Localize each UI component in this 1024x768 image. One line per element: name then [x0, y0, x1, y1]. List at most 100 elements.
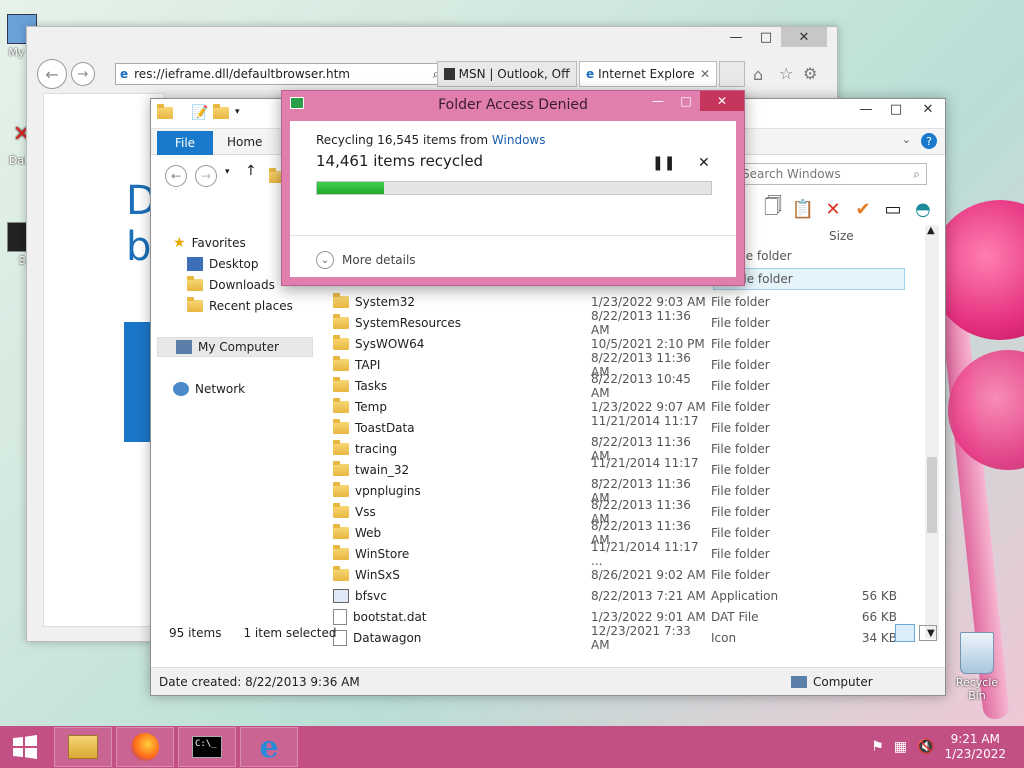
arrow-left-icon: ← — [170, 169, 182, 183]
details-pane: Date created: 8/22/2013 9:36 AM Computer — [151, 667, 945, 695]
more-details-button[interactable]: ⌄ More details — [316, 251, 416, 269]
chevron-down-icon[interactable]: ⌄ — [902, 133, 911, 146]
delete-icon[interactable]: ✕ — [821, 197, 845, 221]
tree-item-recent[interactable]: Recent places — [187, 296, 293, 316]
chevron-down-icon[interactable]: ▾ — [235, 107, 240, 117]
tree-item-network[interactable]: Network — [173, 379, 245, 399]
gear-icon[interactable]: ⚙ — [803, 64, 817, 83]
close-icon[interactable]: ✕ — [700, 91, 744, 111]
file-name: System32 — [355, 294, 416, 309]
forward-button[interactable]: → — [195, 165, 217, 187]
cell-type: File folder — [711, 483, 770, 498]
maximize-icon[interactable]: □ — [751, 27, 781, 47]
cell-name: WinSxS — [329, 565, 591, 582]
copy-icon[interactable]: 🗍 — [761, 196, 785, 221]
cell-name: vpnplugins — [329, 481, 591, 498]
minimize-icon[interactable]: — — [644, 91, 672, 111]
back-button[interactable]: ← — [165, 165, 187, 187]
maximize-icon[interactable]: □ — [672, 91, 700, 111]
home-icon[interactable]: ⌂ — [753, 65, 763, 84]
cell-type: File folder — [711, 504, 770, 519]
close-icon: ✕ — [698, 155, 710, 171]
folder-icon — [333, 502, 349, 518]
chevron-down-icon: ⌄ — [316, 251, 334, 269]
scrollbar-thumb[interactable] — [927, 457, 937, 533]
back-button[interactable]: ← — [37, 59, 67, 89]
search-input[interactable]: Search Windows ⌕ — [735, 163, 927, 185]
vertical-scrollbar[interactable]: ▲ ▼ — [925, 225, 939, 639]
source-folder-link[interactable]: Windows — [492, 133, 546, 147]
clock-date: 1/23/2022 — [944, 747, 1006, 761]
location-label: Computer — [813, 675, 873, 689]
close-icon[interactable]: ✕ — [781, 27, 827, 47]
status-bar: 95 items 1 item selected — [151, 621, 945, 645]
cell-type: File folder — [711, 357, 770, 372]
maximize-icon[interactable]: □ — [881, 99, 911, 119]
ie-page-icon: e — [586, 67, 595, 81]
ie-window-controls: — □ ✕ — [721, 27, 827, 47]
forward-button[interactable]: → — [71, 62, 95, 86]
folder-icon — [333, 460, 349, 476]
checkmark-icon[interactable]: ✔ — [851, 197, 875, 221]
home-tab[interactable]: Home — [227, 135, 262, 149]
address-bar[interactable]: e res://ieframe.dll/defaultbrowser.htm ⌕… — [115, 63, 469, 85]
network-icon[interactable]: ▦ — [894, 739, 907, 755]
tree-item-favorites[interactable]: ★ Favorites — [173, 233, 246, 253]
location-computer: Computer — [791, 668, 873, 696]
table-row[interactable]: bfsvc 8/22/2013 7:21 AM Application 56 KB — [329, 585, 905, 606]
chevron-down-icon[interactable]: ▾ — [225, 167, 230, 177]
taskbar-file-explorer[interactable] — [54, 727, 112, 767]
date-created: Date created: 8/22/2013 9:36 AM — [159, 674, 360, 689]
file-tab[interactable]: File — [157, 131, 213, 155]
folder-icon — [333, 565, 349, 581]
pause-button[interactable]: ❚❚ — [652, 155, 675, 171]
clock[interactable]: 9:21 AM 1/23/2022 — [944, 732, 1006, 762]
close-tab-icon[interactable]: ✕ — [700, 67, 710, 81]
file-name: Tasks — [355, 378, 388, 393]
cell-name: bfsvc — [329, 588, 591, 603]
table-row[interactable]: Tasks 8/22/2013 10:45 AM File folder — [329, 372, 905, 400]
tree-item-downloads[interactable]: Downloads — [187, 275, 275, 295]
desktop-icon-recycle-bin[interactable]: Recycle Bin — [946, 632, 1008, 702]
scroll-up-icon[interactable]: ▲ — [927, 225, 935, 236]
help-icon[interactable]: ? — [921, 133, 937, 149]
arrow-left-icon: ← — [45, 64, 59, 84]
tab-msn[interactable]: MSN | Outlook, Offi... — [437, 61, 577, 87]
cell-type: File folder — [711, 420, 770, 435]
favorites-star-icon[interactable]: ☆ — [779, 64, 793, 83]
taskbar-command-prompt[interactable]: C:\_ — [178, 727, 236, 767]
tree-item-my-computer[interactable]: My Computer — [157, 337, 313, 357]
folder-icon — [333, 544, 349, 560]
column-header-size[interactable]: Size — [829, 229, 854, 243]
large-icons-view-icon[interactable] — [919, 625, 937, 641]
start-button[interactable] — [0, 726, 50, 768]
cell-type: File folder — [711, 336, 770, 351]
minimize-icon[interactable]: — — [721, 27, 751, 47]
cell-type: File folder — [711, 399, 770, 414]
details-view-icon[interactable] — [895, 624, 915, 642]
shell-icon[interactable]: ◓ — [911, 197, 935, 221]
table-row[interactable]: WinStore 11/21/2014 11:17 ... File folder — [329, 540, 905, 568]
new-folder-icon[interactable] — [213, 104, 229, 119]
rename-icon[interactable]: ▭ — [881, 197, 905, 221]
taskbar-internet-explorer[interactable]: e — [240, 727, 298, 767]
new-tab-button[interactable] — [719, 61, 745, 87]
folder-icon — [333, 313, 349, 329]
up-arrow-icon[interactable]: ↑ — [245, 163, 257, 179]
firefox-icon — [131, 733, 159, 761]
speaker-muted-icon[interactable]: 🔇 — [917, 739, 934, 755]
tree-item-desktop[interactable]: Desktop — [187, 254, 259, 274]
file-name: TAPI — [355, 357, 381, 372]
table-row[interactable]: SystemResources 8/22/2013 11:36 AM File fo… — [329, 309, 905, 337]
action-center-flag-icon[interactable]: ⚑ — [871, 739, 884, 755]
clipboard-icon[interactable]: 📋 — [791, 197, 815, 221]
close-icon[interactable]: ✕ — [911, 99, 945, 119]
cancel-button[interactable]: ✕ — [698, 155, 710, 171]
cell-name: System32 — [329, 292, 591, 309]
minimize-icon[interactable]: — — [851, 99, 881, 119]
tab-label: MSN | Outlook, Offi... — [458, 67, 570, 81]
table-row[interactable]: WinSxS 8/26/2021 9:02 AM File folder — [329, 564, 905, 585]
properties-icon[interactable]: 📝 — [191, 105, 208, 121]
tab-internet-explorer[interactable]: e Internet Explorer... ✕ — [579, 61, 717, 87]
taskbar-firefox[interactable] — [116, 727, 174, 767]
